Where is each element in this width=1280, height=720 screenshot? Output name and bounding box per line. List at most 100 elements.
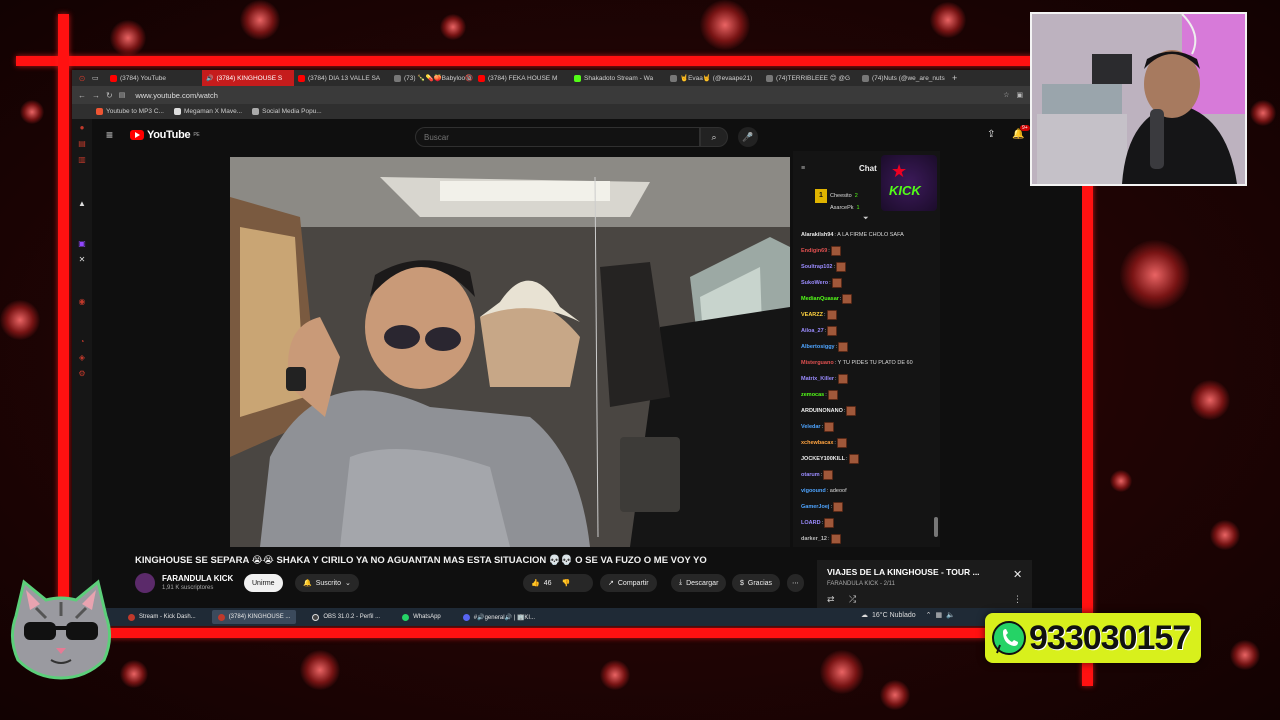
chat-username[interactable]: Matrix_Killer <box>801 376 834 382</box>
sidebar-cube-icon[interactable]: ◈ <box>77 353 87 363</box>
volume-icon[interactable]: 🔈 <box>946 611 955 619</box>
chat-username[interactable]: JOCKEY100KILL <box>801 456 845 462</box>
bokeh-light <box>440 14 466 40</box>
taskbar-item-discord[interactable]: #🔊general🔊 | 🏢KI... <box>457 610 541 624</box>
chat-username[interactable]: SukoWero <box>801 280 828 286</box>
chat-username[interactable]: Veledar <box>801 424 821 430</box>
chat-username[interactable]: VEARZZ <box>801 312 823 318</box>
chat-username[interactable]: Ailoa_27 <box>801 328 824 334</box>
loop-icon[interactable]: ⇄ <box>827 594 835 605</box>
sidebar-clock-icon[interactable]: ◔ <box>77 337 87 347</box>
taskbar-item-obs[interactable]: OBS 31.0.2 - Perfil ... <box>306 610 386 624</box>
chat-username[interactable]: LOARD <box>801 520 821 526</box>
tab-groups-icon[interactable]: ▭ <box>92 74 106 82</box>
taskbar-item-kick-dashboard[interactable]: Stream - Kick Dash... <box>122 610 202 624</box>
url-field[interactable]: www.youtube.com/watch <box>135 91 218 100</box>
chat-scrollbar[interactable] <box>934 517 938 537</box>
youtube-logo[interactable]: YouTube PE <box>130 129 200 141</box>
channel-name[interactable]: FARANDULA KICK <box>162 574 233 583</box>
chat-username[interactable]: ARDUINONANO <box>801 408 843 414</box>
chat-username[interactable]: otarum <box>801 472 820 478</box>
join-button[interactable]: Unirme <box>244 574 283 592</box>
taskbar-item-whatsapp[interactable]: WhatsApp <box>396 610 447 624</box>
chat-username[interactable]: Misterguano <box>801 360 834 366</box>
search-icon[interactable]: ⌕ <box>700 127 728 147</box>
share-button[interactable]: ↗ Compartir <box>600 574 657 592</box>
back-icon[interactable]: ← <box>78 91 86 100</box>
bokeh-light <box>700 0 750 50</box>
sidebar-twitch-icon[interactable]: ▣ <box>77 239 87 249</box>
chat-username[interactable]: MedianQuasar <box>801 296 839 302</box>
reload-icon[interactable]: ↻ <box>106 91 113 100</box>
bokeh-light <box>1230 640 1260 670</box>
tab-kinghouse[interactable]: 🔊 (3784) KINGHOUSE S <box>202 70 294 86</box>
browser-menu-icon[interactable]: ⊙ <box>72 74 92 83</box>
chat-message: xchewbacax: <box>801 435 933 451</box>
tab-shakadoto-stream[interactable]: Shakadoto Stream - Wa <box>570 70 666 86</box>
chat-username[interactable]: Endigin69 <box>801 248 827 254</box>
video-player[interactable] <box>230 157 790 547</box>
sidebar-mail-icon[interactable]: ▤ <box>77 139 87 149</box>
dislike-icon[interactable]: 👎 <box>562 579 571 587</box>
sidebar-x-icon[interactable]: ✕ <box>77 255 87 265</box>
chat-text: : <box>821 520 824 526</box>
more-actions-button[interactable]: ⋯ <box>787 574 804 592</box>
chat-message: Matrix_Killer: <box>801 371 933 387</box>
sidebar-red-icon[interactable]: ● <box>77 123 87 133</box>
tab-evaa[interactable]: 🤘Evaa🤘 (@evaape21) <box>666 70 762 86</box>
taskbar-item-kinghouse[interactable]: (3784) KINGHOUSE ... <box>211 610 297 624</box>
extension-icon[interactable]: ▣ <box>1016 91 1023 99</box>
subscribed-button[interactable]: 🔔 Suscrito ⌄ <box>295 574 359 592</box>
sidebar-arrow-icon[interactable]: ▲ <box>77 199 87 209</box>
forward-icon[interactable]: → <box>92 91 100 100</box>
tray-chevron-icon[interactable]: ⌃ <box>926 611 932 619</box>
webcam-feed <box>1030 12 1247 186</box>
cat-sunglasses-icon <box>11 579 111 680</box>
filter-icon[interactable]: ⏷ <box>863 215 869 223</box>
network-icon[interactable]: ▦ <box>936 611 943 619</box>
chat-username[interactable]: Alarakilsh94 <box>801 232 833 238</box>
thanks-button[interactable]: $ Gracias <box>732 574 781 592</box>
frame-bottom <box>60 628 1090 638</box>
chat-username[interactable]: vigoound <box>801 488 826 494</box>
new-tab-icon[interactable]: + <box>952 73 957 83</box>
more-vertical-icon[interactable]: ⋮ <box>1013 594 1022 605</box>
chat-username[interactable]: zemocas <box>801 392 824 398</box>
bookmark-megaman[interactable]: Megaman X Mave... <box>173 108 242 115</box>
chat-username[interactable]: darker_12 <box>801 536 827 542</box>
search-input[interactable] <box>415 127 700 147</box>
hamburger-menu-icon[interactable]: ≡ <box>106 128 113 142</box>
chat-username[interactable]: xchewbacax <box>801 440 833 446</box>
microphone-icon[interactable]: 🎤 <box>738 127 758 147</box>
weather-widget[interactable]: ☁ 16°C Nublado ⌃ ▦ 🔈 <box>861 611 955 620</box>
sidebar-store-icon[interactable]: ▥ <box>77 155 87 165</box>
subscribed-label: Suscrito <box>315 579 342 587</box>
tab-feka-house[interactable]: (3784) FEKA HOUSE M <box>474 70 570 86</box>
upload-icon[interactable]: ⇪ <box>987 129 995 140</box>
sidebar-record-icon[interactable]: ◉ <box>77 297 87 307</box>
chat-username[interactable]: Albertosiggy <box>801 344 835 350</box>
tab-youtube[interactable]: (3784) YouTube <box>106 70 202 86</box>
chat-username[interactable]: Soultrap102 <box>801 264 832 270</box>
up-next-card[interactable]: VIAJES DE LA KINGHOUSE - TOUR ... FARAND… <box>817 560 1032 610</box>
download-button[interactable]: ⤓ Descargar <box>671 574 727 592</box>
chat-menu-icon[interactable]: ≡ <box>801 165 805 172</box>
bokeh-light <box>1190 380 1230 420</box>
bookmark-youtube-mp3[interactable]: Youtube to MP3 C... <box>96 108 164 115</box>
tab-babyloo[interactable]: (73) 🍾💊🍑Babyloo🔞 <box>390 70 474 86</box>
bookmark-star-icon[interactable]: ☆ <box>1003 91 1009 99</box>
screen-capture: ⊙ ▭ (3784) YouTube 🔊 (3784) KINGHOUSE S … <box>72 70 1082 626</box>
tab-dia13[interactable]: (3784) DIA 13 VALLE SA <box>294 70 390 86</box>
close-icon[interactable]: ✕ <box>1013 568 1022 581</box>
weather-label: 16°C Nublado <box>872 611 916 619</box>
like-icon[interactable]: 👍 <box>531 579 540 587</box>
site-info-icon[interactable]: ▤ <box>119 91 126 99</box>
bookmark-social-media[interactable]: Social Media Popu... <box>252 108 322 115</box>
sidebar-settings-icon[interactable]: ⚙ <box>77 369 87 379</box>
chat-username[interactable]: GamerJoej <box>801 504 829 510</box>
shuffle-icon[interactable]: ⤮ <box>849 594 856 605</box>
channel-avatar[interactable] <box>135 573 155 593</box>
tab-nuts[interactable]: (74)Nuts (@we_are_nuts <box>858 70 950 86</box>
bokeh-light <box>20 100 44 124</box>
tab-terribleee[interactable]: (74)TERRIBLEEE 😊 @G <box>762 70 858 86</box>
